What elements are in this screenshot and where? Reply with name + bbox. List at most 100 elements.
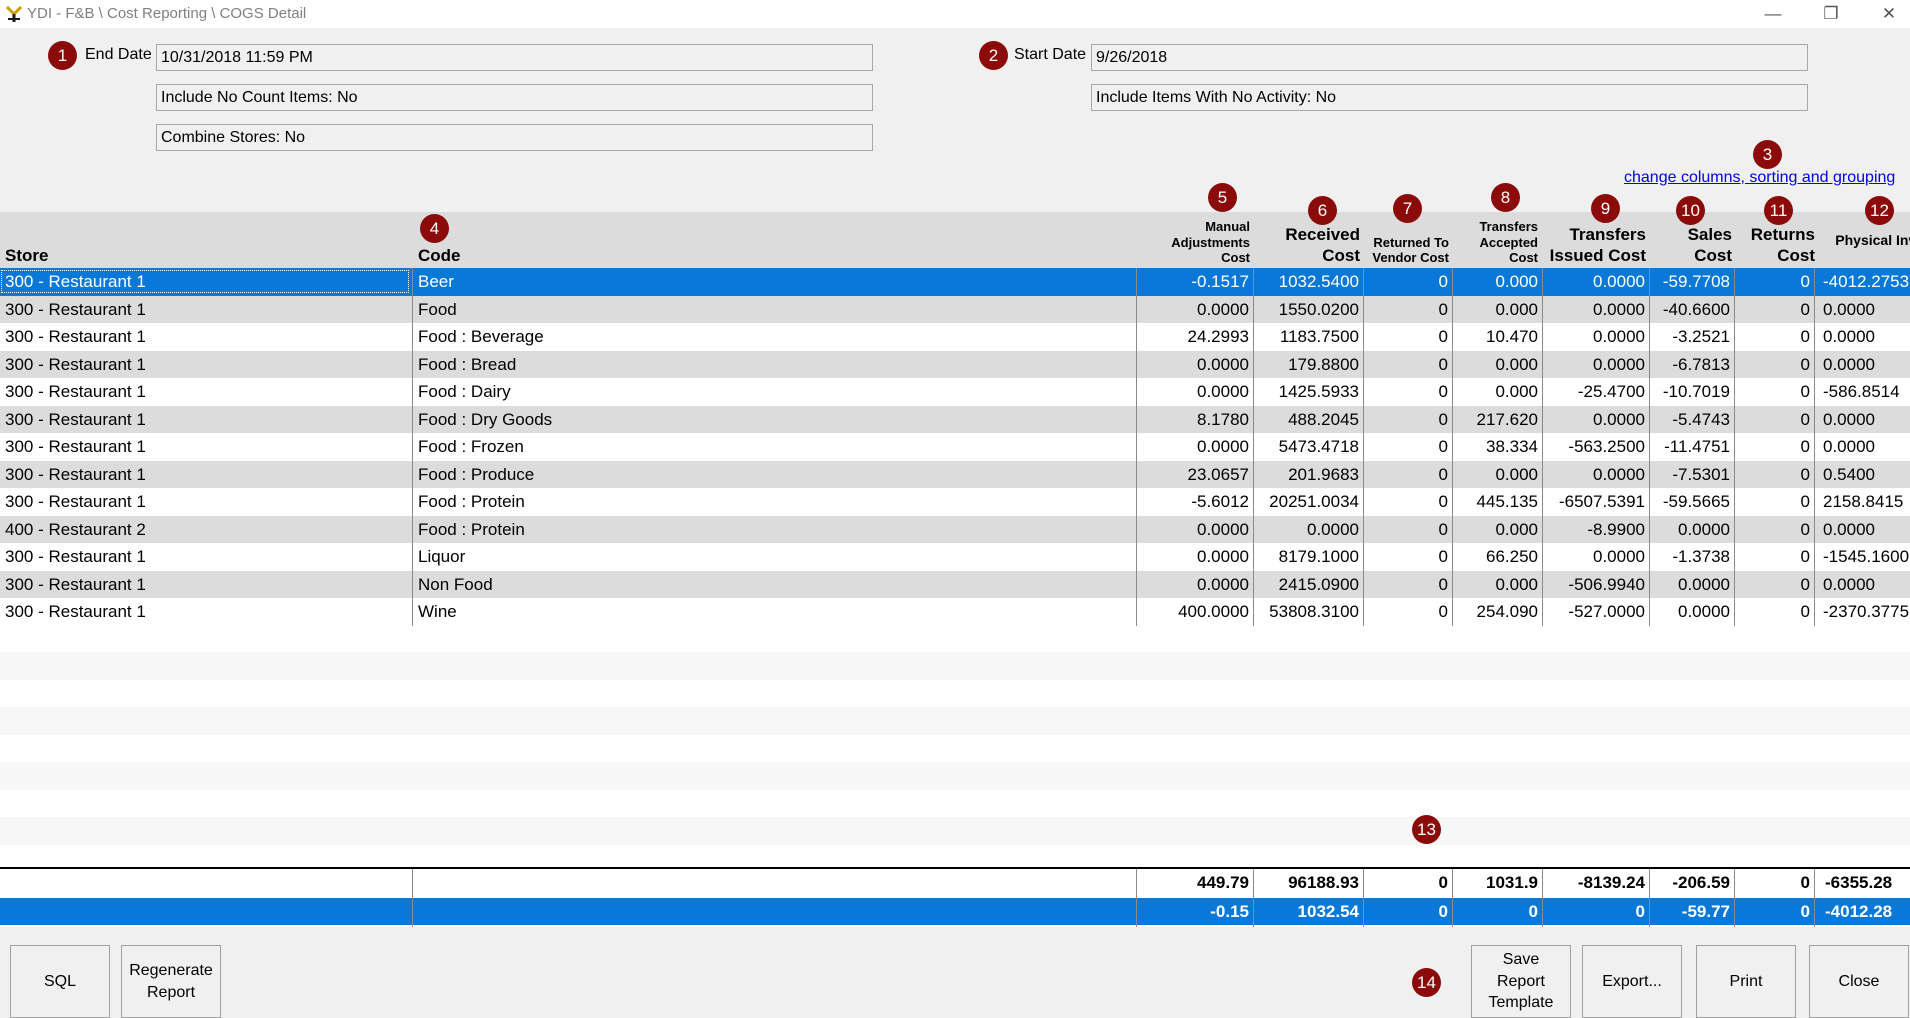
cell-returned-to-vendor: 0 (1438, 492, 1448, 511)
cell-code: Food : Beverage (418, 327, 544, 346)
column-header-sales[interactable]: Sales Cost (1660, 225, 1732, 266)
cell-received: 1032.5400 (1278, 272, 1359, 291)
cell-transfers-issued: -506.9940 (1568, 574, 1645, 594)
table-row[interactable]: 300 - Restaurant 1 Food : Protein -5.6012 2… (0, 488, 1910, 516)
close-button[interactable]: Close (1809, 945, 1909, 1018)
cell-transfers-issued: 0.0000 (1593, 272, 1645, 291)
column-header-transfers-issued[interactable]: Transfers Issued Cost (1543, 225, 1646, 266)
include-no-activity-field[interactable]: Include Items With No Activity: No (1091, 84, 1808, 111)
column-header-received[interactable]: Received Cost (1265, 225, 1360, 266)
cell-sales: -3.2521 (1672, 327, 1730, 346)
table-row[interactable]: 300 - Restaurant 1 Food : Produce 23.0657 2… (0, 460, 1910, 488)
callout-badge-13: 13 (1412, 815, 1441, 844)
column-divider (1452, 268, 1453, 626)
export-button[interactable]: Export... (1582, 945, 1682, 1018)
grand-total-row: 449.79 96188.93 0 1031.9 -8139.24 -206.59 0 -63… (0, 869, 1910, 896)
cell-received: 53808.3100 (1269, 602, 1359, 621)
cell-code: Non Food (418, 574, 493, 594)
cell-transfers-issued: 0.0000 (1593, 327, 1645, 346)
table-row[interactable]: 300 - Restaurant 1 Beer -0.1517 1032.5400 0 0… (0, 268, 1910, 296)
cell-transfers-issued: 0.0000 (1593, 409, 1645, 429)
print-button[interactable]: Print (1696, 945, 1796, 1018)
start-date-label: Start Date (1014, 46, 1087, 63)
combine-stores-field[interactable]: Combine Stores: No (156, 124, 873, 151)
cell-received: 8179.1000 (1278, 547, 1359, 566)
save-report-template-button[interactable]: Save Report Template (1471, 945, 1571, 1018)
table-row[interactable]: 300 - Restaurant 1 Food 0.0000 1550.0200 0 0.… (0, 295, 1910, 323)
cell-received: 2415.0900 (1278, 574, 1359, 594)
table-row[interactable]: 300 - Restaurant 1 Non Food 0.0000 2415.090… (0, 570, 1910, 598)
column-divider (1649, 869, 1650, 927)
cell-physical-inventory: 0.0000 (1823, 409, 1875, 429)
column-divider (1542, 869, 1543, 927)
column-header-store[interactable]: Store (5, 246, 48, 266)
column-header-code[interactable]: Code (418, 246, 461, 266)
total-cell-returned-to-vendor: 0 (1438, 902, 1448, 921)
total-cell-transfers-accepted: 0 (1528, 902, 1538, 921)
cell-transfers-issued: -563.2500 (1568, 437, 1645, 456)
cell-returns: 0 (1800, 492, 1810, 511)
change-columns-link[interactable]: change columns, sorting and grouping (1624, 169, 1895, 187)
total-cell-received: 96188.93 (1288, 873, 1359, 892)
cell-physical-inventory: 0.0000 (1823, 574, 1875, 594)
cell-manual-adjustments: 0.0000 (1197, 382, 1249, 401)
callout-badge-1: 1 (48, 41, 77, 70)
column-divider (1649, 268, 1650, 626)
end-date-field[interactable]: 10/31/2018 11:59 PM (156, 44, 873, 71)
sql-button[interactable]: SQL (10, 945, 110, 1018)
cell-store: 300 - Restaurant 1 (5, 547, 146, 566)
cell-store: 300 - Restaurant 1 (5, 382, 146, 401)
close-window-button[interactable]: ✕ (1860, 0, 1910, 28)
cell-physical-inventory: 0.0000 (1823, 354, 1875, 374)
maximize-button[interactable]: ❐ (1802, 0, 1860, 28)
cell-returned-to-vendor: 0 (1438, 354, 1448, 374)
column-divider (1542, 268, 1543, 626)
table-row[interactable]: 300 - Restaurant 1 Food : Frozen 0.0000 547… (0, 433, 1910, 461)
start-date-field[interactable]: 9/26/2018 (1091, 44, 1808, 71)
column-header-returns[interactable]: Returns Cost (1737, 225, 1815, 266)
cell-sales: -59.5665 (1662, 492, 1730, 511)
cell-transfers-issued: 0.0000 (1593, 299, 1645, 319)
column-divider (412, 869, 413, 927)
column-header-manual-adjustments[interactable]: Manual Adjustments Cost (1150, 219, 1250, 266)
cell-manual-adjustments: 0.0000 (1197, 299, 1249, 319)
minimize-button[interactable]: — (1744, 0, 1802, 28)
include-no-count-field[interactable]: Include No Count Items: No (156, 84, 873, 111)
cell-returned-to-vendor: 0 (1438, 437, 1448, 456)
table-row[interactable]: 400 - Restaurant 2 Food : Protein 0.0000 0.… (0, 515, 1910, 543)
regenerate-report-button[interactable]: Regenerate Report (121, 945, 221, 1018)
cell-transfers-accepted: 0.000 (1495, 464, 1538, 484)
cell-manual-adjustments: 0.0000 (1197, 519, 1249, 539)
callout-badge-7: 7 (1393, 194, 1422, 223)
cell-returns: 0 (1800, 327, 1810, 346)
grid-header: Store Code Manual Adjustments Cost Recei… (0, 212, 1910, 268)
cell-transfers-accepted: 0.000 (1495, 299, 1538, 319)
column-divider (1253, 869, 1254, 927)
cell-manual-adjustments: 0.0000 (1197, 354, 1249, 374)
callout-badge-14: 14 (1412, 968, 1441, 997)
column-header-transfers-accepted[interactable]: Transfers Accepted Cost (1460, 219, 1538, 266)
column-header-returned-to-vendor[interactable]: Returned To Vendor Cost (1364, 235, 1449, 266)
table-row[interactable]: 300 - Restaurant 1 Food : Dairy 0.0000 1425… (0, 378, 1910, 406)
column-header-physical-inventory[interactable]: Physical Inventory Cost (1819, 232, 1910, 266)
cell-sales: -40.6600 (1662, 299, 1730, 319)
total-cell-returns: 0 (1800, 902, 1810, 921)
cell-received: 201.9683 (1288, 464, 1359, 484)
title-bar: YDI - F&B \ Cost Reporting \ COGS Detail… (0, 0, 1910, 28)
table-row[interactable]: 300 - Restaurant 1 Liquor 0.0000 8179.1000 0… (0, 543, 1910, 571)
table-row[interactable]: 300 - Restaurant 1 Food : Bread 0.0000 179.… (0, 350, 1910, 378)
cell-sales: 0.0000 (1678, 574, 1730, 594)
cell-returns: 0 (1800, 574, 1810, 594)
cell-transfers-accepted: 217.620 (1476, 409, 1538, 429)
table-row[interactable]: 300 - Restaurant 1 Food : Beverage 24.2993… (0, 323, 1910, 351)
cell-received: 1550.0200 (1278, 299, 1359, 319)
cell-returned-to-vendor: 0 (1438, 327, 1448, 346)
cell-sales: -6.7813 (1672, 354, 1730, 374)
cell-received: 1425.5933 (1278, 382, 1359, 401)
cell-sales: -10.7019 (1662, 382, 1730, 401)
cell-returns: 0 (1800, 272, 1810, 291)
cell-transfers-accepted: 445.135 (1476, 492, 1538, 511)
total-cell-returned-to-vendor: 0 (1438, 873, 1448, 892)
table-row[interactable]: 300 - Restaurant 1 Food : Dry Goods 8.1780… (0, 405, 1910, 433)
table-row[interactable]: 300 - Restaurant 1 Wine 400.0000 53808.3100… (0, 598, 1910, 626)
